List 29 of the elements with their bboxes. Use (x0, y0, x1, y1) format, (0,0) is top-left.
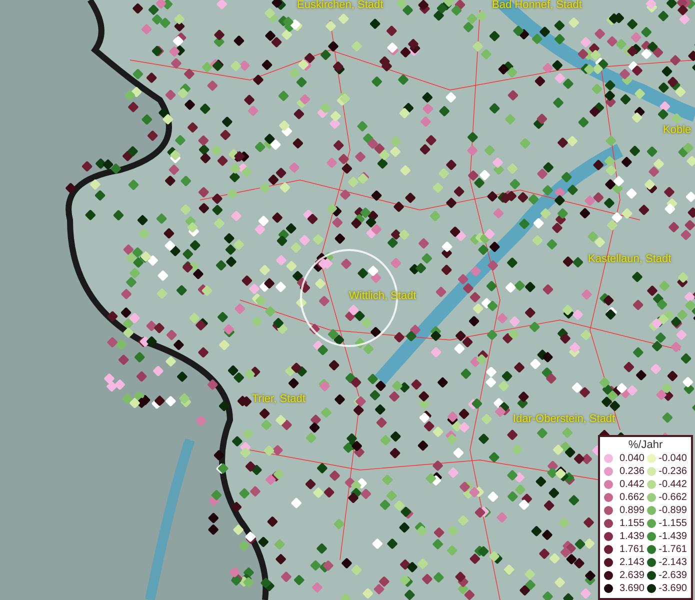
legend-value: -1.155 (658, 518, 687, 528)
legend-value: 2.143 (619, 558, 644, 568)
legend-value: -0.899 (658, 506, 687, 516)
legend-title: %/Jahr (628, 439, 663, 452)
legend-value: 1.439 (619, 532, 644, 542)
place-label: Trier, Stadt (252, 394, 306, 405)
legend-value: 0.442 (619, 480, 644, 490)
legend-value: -1.761 (658, 544, 687, 554)
place-label: Euskirchen, Stadt (297, 0, 384, 11)
legend-value: 0.040 (619, 454, 644, 464)
legend-value: 1.155 (619, 518, 644, 528)
place-label: Bad Honnef, Stadt (492, 0, 582, 11)
legend-value: 0.236 (619, 466, 644, 476)
place-label: Wittlich, Stadt (349, 291, 416, 302)
legend-value: 0.662 (619, 492, 644, 502)
legend-value: 3.690 (619, 584, 644, 594)
legend-value: -2.143 (658, 558, 687, 568)
place-label: Idar-Oberstein, Stadt (513, 414, 616, 425)
legend-value: 2.639 (619, 570, 644, 580)
legend-value: -0.662 (658, 492, 687, 502)
legend-value: -0.236 (658, 466, 687, 476)
legend-value: 0.899 (619, 506, 644, 516)
legend-value: -2.639 (658, 570, 687, 580)
legend-value: 1.761 (619, 544, 644, 554)
legend-value: -1.439 (658, 532, 687, 542)
legend-value: -0.040 (658, 454, 687, 464)
legend-value: -0.442 (658, 480, 687, 490)
place-label: Koble (663, 125, 692, 136)
legend-value: -3.690 (658, 584, 687, 594)
